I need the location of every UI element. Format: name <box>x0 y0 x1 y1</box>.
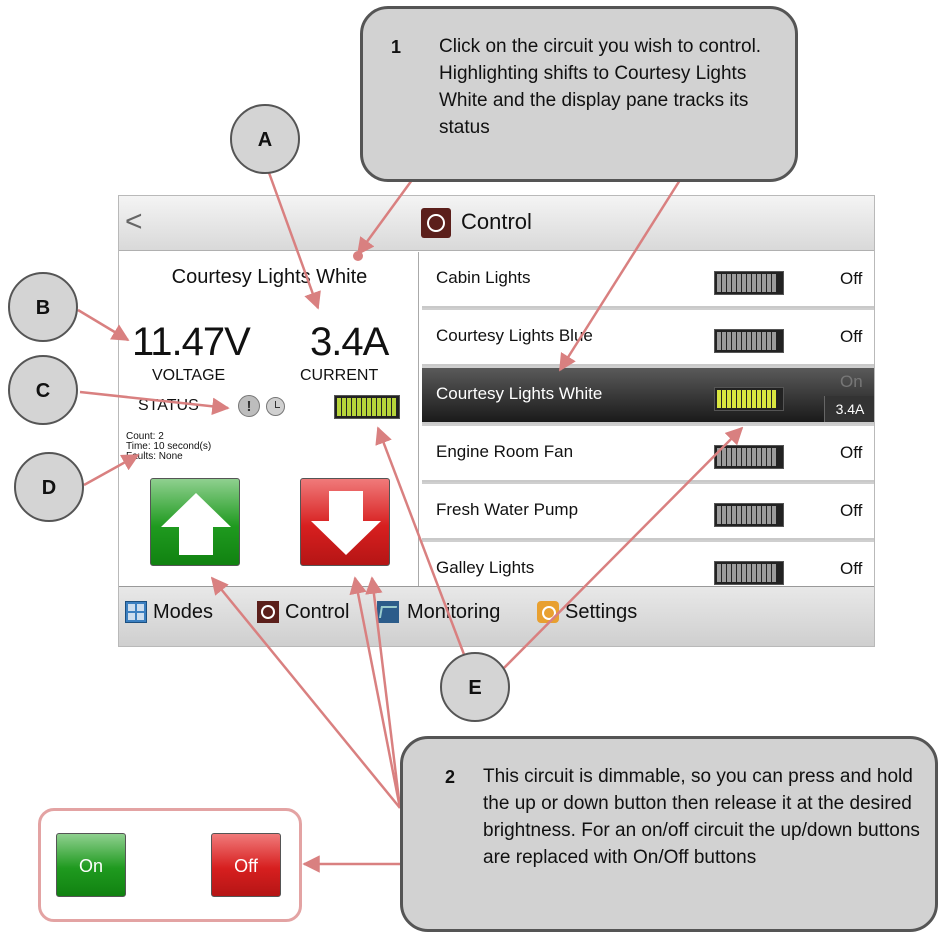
nav-settings[interactable]: Settings <box>565 601 637 624</box>
callout-a: A <box>230 104 300 174</box>
control-screen: < Control Courtesy Lights White 11.47V 3… <box>118 195 875 647</box>
note-2-text: This circuit is dimmable, so you can pre… <box>483 766 920 868</box>
circuit-state: Off <box>840 269 863 288</box>
dimmer-level-meter <box>334 395 400 419</box>
note-1-bubble: 1 Click on the circuit you wish to contr… <box>360 6 798 182</box>
circuit-state: Off <box>840 327 863 346</box>
detail-pane: Courtesy Lights White 11.47V 3.4A VOLTAG… <box>120 252 419 586</box>
circuit-state: Off <box>840 501 863 520</box>
nav-control[interactable]: Control <box>285 601 349 624</box>
on-button[interactable]: On <box>56 833 126 897</box>
callout-e: E <box>440 652 510 722</box>
bottom-nav: Modes Control Monitoring Settings <box>119 586 874 646</box>
nav-monitoring[interactable]: Monitoring <box>407 601 500 624</box>
dim-down-button[interactable] <box>300 478 390 566</box>
circuit-meter <box>714 271 784 295</box>
current-label: CURRENT <box>300 367 379 384</box>
circuit-meter <box>714 503 784 527</box>
circuit-state: Off <box>840 559 863 578</box>
note-1-text: Click on the circuit you wish to control… <box>439 36 762 138</box>
circuit-row-cabin-lights[interactable]: Cabin Lights Off <box>422 252 874 308</box>
circuit-name: Courtesy Lights Blue <box>436 326 593 345</box>
circuit-amps-badge: 3.4A <box>824 396 874 422</box>
nav-modes[interactable]: Modes <box>153 601 213 624</box>
note-2-bubble: 2 This circuit is dimmable, so you can p… <box>400 736 938 932</box>
monitoring-icon[interactable] <box>377 601 399 623</box>
circuit-row-courtesy-lights-blue[interactable]: Courtesy Lights Blue Off <box>422 310 874 366</box>
circuit-state: On <box>840 372 863 391</box>
arrow-up-icon <box>161 493 231 555</box>
current-value: 3.4A <box>310 320 389 364</box>
status-details: Count: 2 Time: 10 second(s) Faults: None <box>126 432 211 462</box>
control-icon <box>421 208 451 238</box>
circuit-name: Courtesy Lights White <box>436 384 603 403</box>
arrow-down-icon <box>311 491 381 555</box>
circuit-row-fresh-water-pump[interactable]: Fresh Water Pump Off <box>422 484 874 540</box>
circuit-meter <box>714 445 784 469</box>
note-2-number: 2 <box>445 767 456 787</box>
note-1-number: 1 <box>391 37 402 57</box>
callout-c: C <box>8 355 78 425</box>
circuit-meter <box>714 561 784 585</box>
status-label: STATUS <box>138 397 199 414</box>
circuit-name: Galley Lights <box>436 558 535 577</box>
circuit-state: Off <box>840 443 863 462</box>
clock-icon <box>266 397 285 416</box>
alert-icon: ! <box>238 395 260 417</box>
circuit-name: Engine Room Fan <box>436 442 574 461</box>
control-icon[interactable] <box>257 601 279 623</box>
on-off-legend: On Off <box>38 808 302 922</box>
title-bar: < Control <box>119 196 874 251</box>
selected-circuit-name: Courtesy Lights White <box>171 266 368 288</box>
voltage-value: 11.47V <box>132 320 251 364</box>
page-title: Control <box>461 209 532 234</box>
circuit-list[interactable]: Cabin Lights Off Courtesy Lights Blue Of… <box>422 252 874 586</box>
back-button[interactable]: < <box>125 204 143 240</box>
modes-icon[interactable] <box>125 601 147 623</box>
circuit-row-engine-room-fan[interactable]: Engine Room Fan Off <box>422 426 874 482</box>
callout-d: D <box>14 452 84 522</box>
circuit-name: Fresh Water Pump <box>436 500 579 519</box>
circuit-meter <box>714 387 784 411</box>
circuit-meter <box>714 329 784 353</box>
settings-icon[interactable] <box>537 601 559 623</box>
callout-b: B <box>8 272 78 342</box>
faults-text: Faults: None <box>126 451 183 462</box>
dim-up-button[interactable] <box>150 478 240 566</box>
voltage-label: VOLTAGE <box>152 367 226 384</box>
circuit-row-courtesy-lights-white[interactable]: Courtesy Lights White On 3.4A <box>422 368 874 424</box>
off-button[interactable]: Off <box>211 833 281 897</box>
circuit-name: Cabin Lights <box>436 268 531 287</box>
circuit-row-galley-lights[interactable]: Galley Lights Off <box>422 542 874 586</box>
